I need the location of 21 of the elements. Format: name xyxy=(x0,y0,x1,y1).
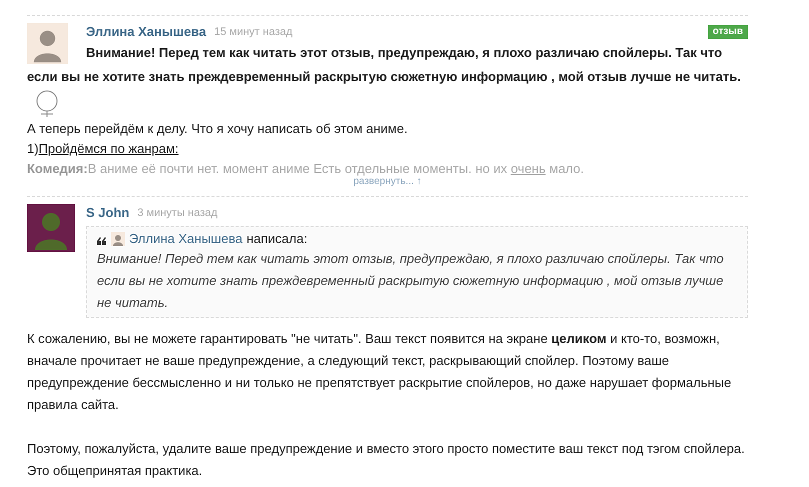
comment-text: Поэтому, пожалуйста, удалите ваше предупреждение и вместо этого просто поместите ваш текст под тэгом спойлера. Это общепринятая практика. xyxy=(27,440,746,480)
comment-text: А теперь перейдём к делу. Что я хочу написать об этом аниме. xyxy=(27,120,409,138)
avatar xyxy=(27,204,75,252)
comment-time: 15 минут назад xyxy=(214,24,292,40)
quote-text: Внимание! Перед тем как читать этот отзыв, предупреждаю, я плохо различаю спойлеры. Так что если вы не хотите знать преждевременный раскрытую сюжетную информацию , мой отзыв лучше не читать. xyxy=(97,250,725,312)
quoted-author[interactable]: Эллина Ханышева xyxy=(129,230,242,248)
author-name[interactable]: S John xyxy=(86,203,130,223)
avatar xyxy=(27,23,68,64)
warning-text: Внимание! Перед тем как читать этот отзыв, предупреждаю, я плохо различаю спойлеры. Так что если вы не хотите знать преждевременный раскрытую сюжетную информацию , мой отзыв лучше не читать. xyxy=(27,45,741,84)
author-name[interactable]: Эллина Ханышева xyxy=(86,22,206,42)
comment-time: 3 минуты назад xyxy=(137,206,218,221)
quote-verb: написала: xyxy=(246,230,308,248)
genre-label: Комедия: xyxy=(27,161,88,176)
section-heading: Пройдёмся по жанрам: xyxy=(38,141,179,156)
genre-text: В аниме её почти нет. момент аниме Есть отдельные моменты. но их xyxy=(88,161,508,176)
review-badge: отзыв xyxy=(708,25,748,39)
user-icon xyxy=(111,232,125,246)
genre-text-end: мало. xyxy=(548,161,584,176)
comment-text: К сожалению, вы не можете гарантировать "не читать". Ваш текст появится на экране целиком и кто-то, возможн, вначале прочитает не ваше предупреждение, а следующий текст, раскрывающий спойлер. Поэтому ваше предупреждение бессмысленно и ни только не препятствует раскрытие спойлеров, но даже нарушает формальные правила сайта. xyxy=(27,330,732,414)
quote-icon xyxy=(97,237,107,245)
section-number: 1) xyxy=(27,141,39,156)
